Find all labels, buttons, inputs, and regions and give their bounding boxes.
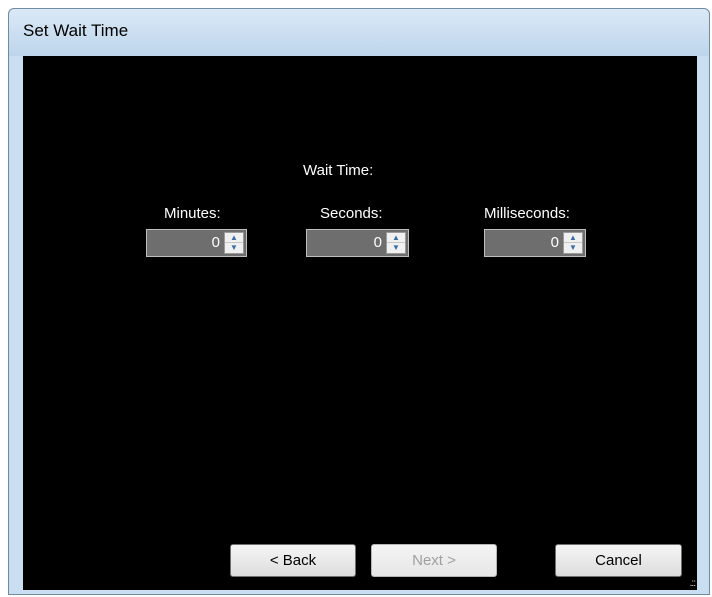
dialog-content: Wait Time: Minutes: 0 ▲ ▼ Seconds: 0 ▲ ▼… [23, 56, 697, 590]
seconds-up-arrow-icon[interactable]: ▲ [387, 233, 405, 243]
window-title: Set Wait Time [23, 21, 129, 40]
dialog-window: Set Wait Time Wait Time: Minutes: 0 ▲ ▼ … [8, 8, 710, 595]
milliseconds-up-arrow-icon[interactable]: ▲ [564, 233, 582, 243]
minutes-spin-buttons: ▲ ▼ [224, 232, 244, 254]
cancel-button[interactable]: Cancel [555, 544, 682, 577]
minutes-label: Minutes: [164, 205, 221, 222]
minutes-up-arrow-icon[interactable]: ▲ [225, 233, 243, 243]
wait-time-heading: Wait Time: [303, 162, 374, 179]
minutes-down-arrow-icon[interactable]: ▼ [225, 243, 243, 253]
seconds-spin-buttons: ▲ ▼ [386, 232, 406, 254]
milliseconds-stepper[interactable]: 0 ▲ ▼ [484, 229, 586, 257]
milliseconds-down-arrow-icon[interactable]: ▼ [564, 243, 582, 253]
seconds-value[interactable]: 0 [374, 234, 382, 251]
milliseconds-spin-buttons: ▲ ▼ [563, 232, 583, 254]
minutes-value[interactable]: 0 [212, 234, 220, 251]
seconds-label: Seconds: [320, 205, 383, 222]
milliseconds-value[interactable]: 0 [551, 234, 559, 251]
seconds-down-arrow-icon[interactable]: ▼ [387, 243, 405, 253]
next-button[interactable]: Next > [371, 544, 497, 577]
minutes-stepper[interactable]: 0 ▲ ▼ [146, 229, 247, 257]
back-button[interactable]: < Back [230, 544, 356, 577]
resize-grip-icon[interactable]: .:: [690, 578, 696, 589]
seconds-stepper[interactable]: 0 ▲ ▼ [306, 229, 409, 257]
title-bar[interactable]: Set Wait Time [9, 9, 709, 56]
milliseconds-label: Milliseconds: [484, 205, 570, 222]
